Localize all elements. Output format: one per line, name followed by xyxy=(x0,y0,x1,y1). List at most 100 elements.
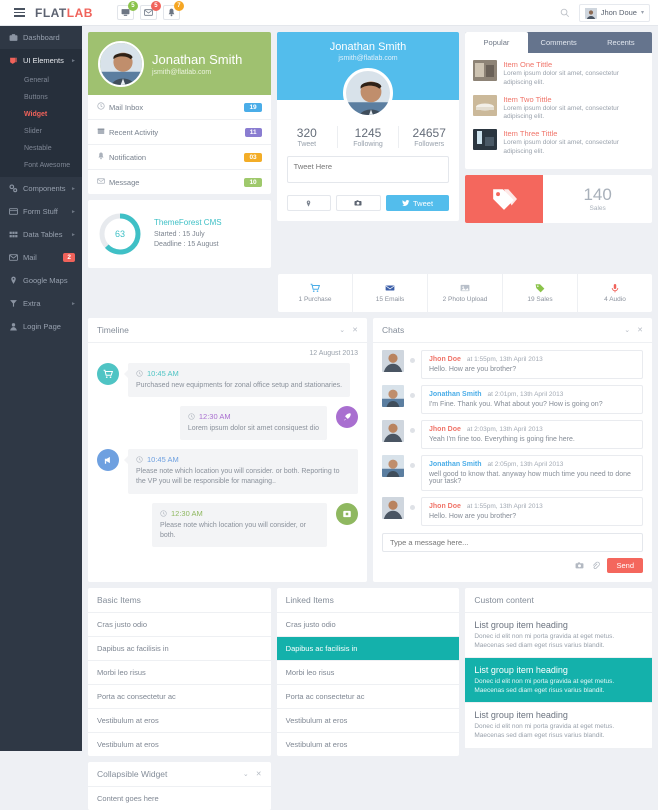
list-item[interactable]: Cras justo odio xyxy=(276,613,460,637)
send-button[interactable]: Send xyxy=(607,558,643,573)
sidebar-item-ui-elements[interactable]: UI Elements ► xyxy=(0,49,82,72)
chevron-down-icon[interactable]: ⌄ xyxy=(624,326,630,334)
cart-icon xyxy=(310,283,320,292)
sidebar-item-mail[interactable]: Mail 2 xyxy=(0,246,82,269)
close-icon[interactable]: ✕ xyxy=(352,326,358,334)
strip-purchase[interactable]: 1 Purchase xyxy=(278,274,353,312)
strip-audio[interactable]: 4 Audio xyxy=(578,274,652,312)
strip-sales[interactable]: 19 Sales xyxy=(503,274,578,312)
search-icon[interactable] xyxy=(560,8,570,18)
list-item[interactable]: List group item heading Donec id elit no… xyxy=(465,658,652,704)
list-item-desc: Lorem ipsum dolor sit amet, consectetur … xyxy=(503,104,619,121)
twitter-column: Jonathan Smith jsmith@flatlab.com 320 Tw… xyxy=(276,32,460,268)
stat-value: 320 xyxy=(296,126,317,140)
list-item[interactable]: Vestibulum at eros xyxy=(88,709,271,733)
user-menu-button[interactable]: Jhon Doue ▾ xyxy=(578,3,650,22)
chat-text: Yeah I'm fine too. Everything is going f… xyxy=(429,436,575,443)
chat-input[interactable] xyxy=(382,533,643,552)
list-item[interactable]: Porta ac consectetur ac xyxy=(276,685,460,709)
profile-row-mail-inbox[interactable]: Mail Inbox 19 xyxy=(88,95,271,120)
tweet-location-button[interactable] xyxy=(286,195,332,211)
stat-label: Followers xyxy=(414,141,445,148)
list-item-body: Item Three Tittle Lorem ipsum dolor sit … xyxy=(503,129,644,157)
list-item[interactable]: Morbi leo risus xyxy=(88,661,271,685)
strip-emails[interactable]: 15 Emails xyxy=(353,274,428,312)
sidebar-subitem-widget[interactable]: Widget xyxy=(0,106,82,123)
envelope-icon xyxy=(97,177,109,187)
timeline-time: 12:30 AM xyxy=(171,508,203,518)
sidebar-item-extra[interactable]: Extra ► xyxy=(0,292,82,315)
app-logo[interactable]: FLATLAB xyxy=(35,6,93,20)
tag-icon xyxy=(535,284,545,293)
chat-timestamp: at 1:55pm, 13th April 2013 xyxy=(466,356,543,363)
list-item-desc: Donec id elit non mi porta gravida at eg… xyxy=(474,633,615,650)
sidebar-item-dashboard[interactable]: Dashboard xyxy=(0,26,82,49)
tweet-input[interactable] xyxy=(286,156,450,183)
list-item[interactable]: Morbi leo risus xyxy=(276,661,460,685)
tab-popular[interactable]: Popular xyxy=(465,32,528,53)
strip-photo-upload[interactable]: 2 Photo Upload xyxy=(428,274,503,312)
list-item[interactable]: List group item heading Donec id elit no… xyxy=(465,703,652,749)
chevron-down-icon[interactable]: ⌄ xyxy=(243,770,249,778)
chat-dot xyxy=(410,428,415,433)
sidebar-subitem-general[interactable]: General xyxy=(0,72,82,89)
tweet-submit-button[interactable]: Tweet xyxy=(385,195,450,211)
microphone-icon xyxy=(611,283,619,293)
sidebar-subitem-slider[interactable]: Slider xyxy=(0,123,82,140)
list-item[interactable]: Dapibus ac facilisis in xyxy=(88,637,271,661)
tweet-photo-button[interactable] xyxy=(336,195,381,211)
close-icon[interactable]: ✕ xyxy=(256,770,262,778)
list-item[interactable]: List group item heading Donec id elit no… xyxy=(465,613,652,659)
sidebar-item-form-stuff[interactable]: Form Stuff ► xyxy=(0,200,82,223)
logo-flat: FLAT xyxy=(35,5,67,20)
profile-row-message[interactable]: Message 10 xyxy=(88,170,271,194)
chat-timestamp: at 2:03pm, 13th April 2013 xyxy=(466,426,543,433)
chat-timestamp: at 2:01pm, 13th April 2013 xyxy=(487,391,564,398)
list-item[interactable]: Porta ac consectetur ac xyxy=(88,685,271,709)
list-item[interactable]: Dapibus ac facilisis in xyxy=(276,637,460,661)
project-deadline: Deadline : 15 August xyxy=(154,240,219,248)
sidebar-item-components[interactable]: Components ► xyxy=(0,177,82,200)
sidebar-subitem-buttons[interactable]: Buttons xyxy=(0,89,82,106)
chat-author: Jhon Doe xyxy=(429,356,461,363)
messages-button[interactable]: 5 xyxy=(139,1,161,20)
list-item-title: Item One Tittle xyxy=(503,60,553,69)
chevron-right-icon: ► xyxy=(71,208,76,215)
list-item[interactable]: Vestibulum at eros xyxy=(88,733,271,756)
sidebar-item-login-page[interactable]: Login Page xyxy=(0,315,82,338)
desktop-notifications-button[interactable]: 5 xyxy=(116,1,138,20)
list-item[interactable]: Cras justo odio xyxy=(88,613,271,637)
envelope-icon xyxy=(385,285,395,291)
tab-recents[interactable]: Recents xyxy=(590,32,652,53)
close-icon[interactable]: ✕ xyxy=(637,326,643,334)
profile-row-notification[interactable]: Notification 03 xyxy=(88,145,271,170)
sidebar-subitem-nestable[interactable]: Nestable xyxy=(0,140,82,157)
list-item-body: Item Two Tittle Lorem ipsum dolor sit am… xyxy=(503,95,644,123)
sidebar-item-label: Dashboard xyxy=(23,33,60,42)
paperclip-icon[interactable] xyxy=(591,561,601,570)
chat-author-row: Jhon Doe at 1:55pm, 13th April 2013 xyxy=(429,356,635,363)
list-item[interactable]: Vestibulum at eros xyxy=(276,709,460,733)
custom-content-panel: Custom content List group item heading D… xyxy=(465,588,652,749)
list-item[interactable]: Item Three Tittle Lorem ipsum dolor sit … xyxy=(473,129,644,157)
timeline-chats-row: Timeline ⌄ ✕ 12 August 2013 10:45 AM Pur… xyxy=(88,318,652,582)
chat-dot xyxy=(410,505,415,510)
sidebar-item-label: Login Page xyxy=(23,322,61,331)
sidebar-item-data-tables[interactable]: Data Tables ► xyxy=(0,223,82,246)
profile-row-recent-activity[interactable]: Recent Activity 11 xyxy=(88,120,271,145)
tab-comments[interactable]: Comments xyxy=(528,32,590,53)
profile-row-label: Mail Inbox xyxy=(109,102,144,112)
list-item[interactable]: Vestibulum at eros xyxy=(277,733,460,756)
camera-icon[interactable] xyxy=(575,561,584,570)
list-item[interactable]: Item One Tittle Lorem ipsum dolor sit am… xyxy=(473,60,644,88)
sidebar-subitem-font-awesome[interactable]: Font Awesome xyxy=(0,157,82,174)
list-item-heading: List group item heading xyxy=(474,710,568,721)
chevron-down-icon[interactable]: ⌄ xyxy=(339,326,345,334)
stat-followers: 24657 Followers xyxy=(399,126,459,148)
sidebar-toggle-button[interactable] xyxy=(6,8,32,17)
list-item[interactable]: Item Two Tittle Lorem ipsum dolor sit am… xyxy=(473,94,644,123)
sidebar-item-google-maps[interactable]: Google Maps xyxy=(0,269,82,292)
sidebar: Dashboard UI Elements ► General Buttons … xyxy=(0,26,82,751)
tweet-actions: Tweet xyxy=(277,188,460,221)
alerts-button[interactable]: 7 xyxy=(162,1,184,20)
